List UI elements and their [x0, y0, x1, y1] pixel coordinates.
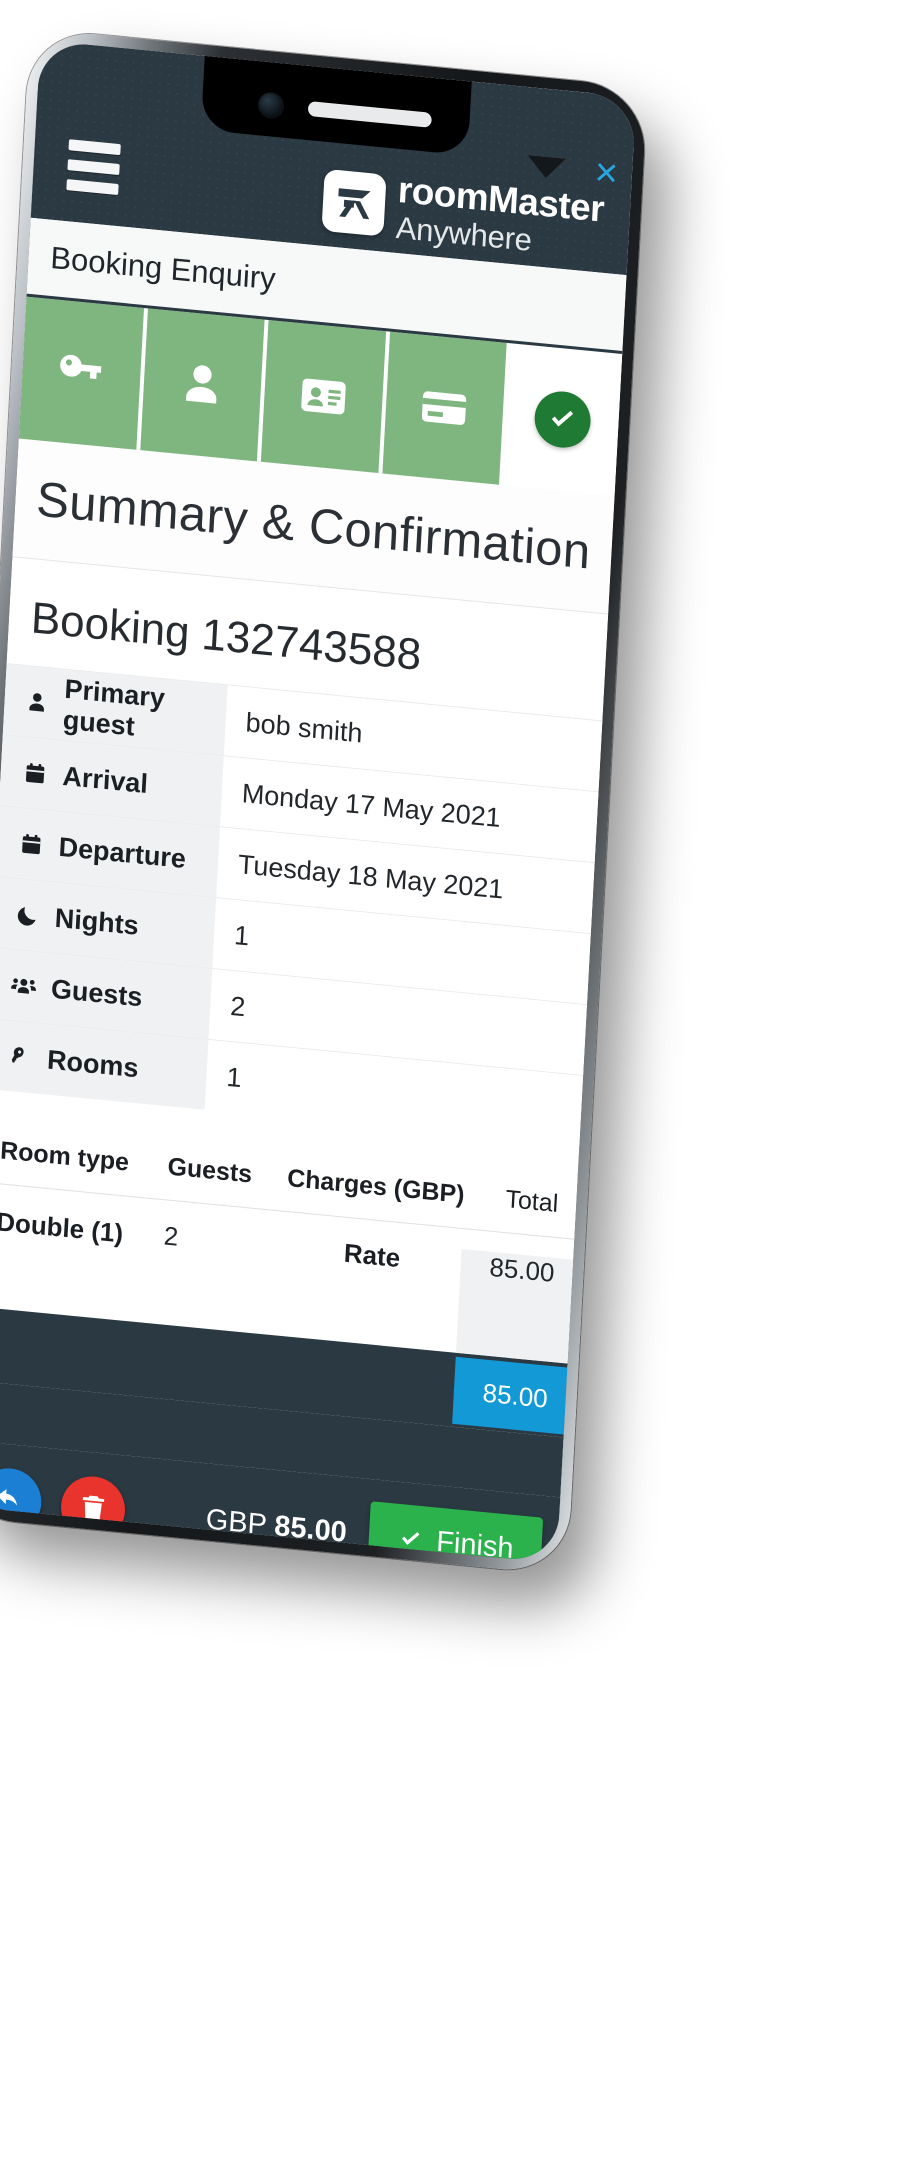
front-camera-icon	[257, 91, 285, 120]
id-card-icon	[301, 378, 346, 415]
cell-row-total: 85.00	[455, 1248, 574, 1364]
step-tab-rooms[interactable]	[18, 296, 148, 451]
hamburger-bar	[67, 159, 120, 176]
step-tab-confirmation[interactable]	[502, 343, 623, 496]
step-tab-details[interactable]	[260, 319, 390, 474]
grand-total-spacer	[0, 1343, 454, 1390]
detail-label: Nights	[54, 902, 140, 941]
screenshot-stage: roomMaster Anywhere Booking Enquiry × Su…	[0, 0, 912, 2179]
detail-label: Primary guest	[62, 673, 166, 742]
roommaster-logo-mark-icon	[321, 168, 387, 237]
col-header-total: Total	[504, 1185, 559, 1219]
key-icon	[5, 1043, 34, 1071]
detail-label: Departure	[57, 831, 187, 874]
person-icon	[24, 689, 51, 716]
credit-card-icon	[422, 391, 467, 425]
hamburger-bar	[66, 179, 119, 196]
calendar-icon	[16, 830, 45, 858]
close-icon[interactable]: ×	[594, 150, 620, 196]
check-circle-icon	[533, 388, 593, 451]
delete-button[interactable]	[59, 1473, 127, 1544]
hamburger-bar	[68, 139, 121, 156]
cell-charge-label: Rate	[343, 1237, 402, 1274]
page-title: Summary & Confirmation	[34, 472, 592, 580]
step-tab-payment[interactable]	[381, 331, 511, 486]
key-icon	[59, 354, 102, 379]
calendar-icon	[20, 759, 49, 787]
phone-mockup: roomMaster Anywhere Booking Enquiry × Su…	[0, 28, 648, 1576]
back-button[interactable]	[0, 1465, 43, 1536]
caret-down-icon[interactable]	[526, 154, 566, 180]
charges-table: Room type Guests Charges (GBP) Total Dou…	[0, 1118, 578, 1498]
person-icon	[186, 365, 217, 404]
detail-label: Rooms	[46, 1044, 140, 1083]
moon-icon	[12, 901, 41, 929]
cell-room-type: Double (1)	[0, 1206, 124, 1249]
col-header-room-type: Room type	[0, 1136, 130, 1177]
enquiry-title: Booking Enquiry	[49, 239, 277, 297]
detail-label: Guests	[50, 973, 144, 1012]
hamburger-menu-icon[interactable]	[66, 139, 121, 196]
booking-details-table: Primary guest bob smith Arrival Monday 1…	[0, 663, 603, 1146]
phone-screen: roomMaster Anywhere Booking Enquiry × Su…	[0, 40, 637, 1564]
detail-label: Arrival	[61, 760, 149, 799]
people-icon	[9, 971, 38, 1001]
step-tab-guest[interactable]	[139, 308, 269, 462]
col-header-charges: Charges (GBP)	[286, 1163, 466, 1210]
col-header-guests: Guests	[166, 1152, 253, 1189]
grand-total-amount: 85.00	[452, 1356, 568, 1434]
earpiece-speaker	[307, 100, 432, 128]
cell-guests: 2	[163, 1220, 180, 1252]
